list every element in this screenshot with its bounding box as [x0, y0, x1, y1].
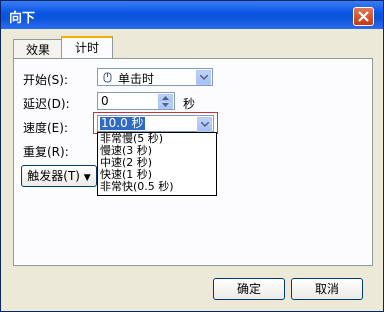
speed-label: 速度(E):: [23, 121, 68, 135]
speed-options-list: 非常慢(5 秒) 慢速(3 秒) 中速(2 秒) 快速(1 秒) 非常快(0.5…: [97, 132, 217, 196]
close-button[interactable]: [353, 7, 374, 26]
speed-dropdown-button[interactable]: [197, 117, 212, 132]
tab-timing-label: 计时: [74, 41, 99, 55]
trigger-label: 触发器(T): [27, 169, 80, 183]
cancel-label: 取消: [314, 282, 339, 296]
delay-unit: 秒: [183, 97, 196, 111]
start-label: 开始(S):: [23, 73, 69, 87]
speed-select[interactable]: 10.0 秒: [97, 115, 214, 132]
spin-up-icon: [162, 96, 169, 100]
title-bar[interactable]: 向下: [1, 1, 383, 29]
tab-timing[interactable]: 计时: [61, 36, 113, 60]
repeat-label: 重复(R):: [23, 145, 69, 159]
cancel-button[interactable]: 取消: [291, 278, 363, 300]
delay-label: 延迟(D):: [23, 97, 70, 111]
start-dropdown-button[interactable]: [196, 70, 211, 85]
trigger-button[interactable]: 触发器(T) ▼: [21, 165, 97, 187]
delay-value: 0: [101, 94, 109, 108]
window-title: 向下: [9, 11, 36, 26]
spin-down-icon: [162, 103, 169, 107]
speed-option[interactable]: 非常快(0.5 秒): [98, 181, 216, 193]
timing-dialog: 向下 效果 计时 开始(S): 单击时 延迟(D): 0 秒 速度(E): 10…: [0, 0, 384, 312]
ok-button[interactable]: 确定: [213, 278, 285, 300]
chevron-down-icon: [201, 122, 209, 127]
chevron-down-icon: ▼: [83, 173, 91, 183]
chevron-down-icon: [200, 75, 208, 80]
mouse-click-icon: [103, 72, 112, 83]
speed-value: 10.0 秒: [100, 116, 145, 130]
delay-spin-down[interactable]: [158, 101, 173, 109]
close-icon: [358, 11, 369, 22]
delay-input[interactable]: 0: [97, 92, 175, 110]
start-value: 单击时: [118, 72, 155, 86]
tab-effect[interactable]: 效果: [13, 39, 63, 60]
ok-label: 确定: [236, 282, 261, 296]
start-select[interactable]: 单击时: [97, 68, 213, 86]
tab-effect-label: 效果: [25, 43, 50, 57]
